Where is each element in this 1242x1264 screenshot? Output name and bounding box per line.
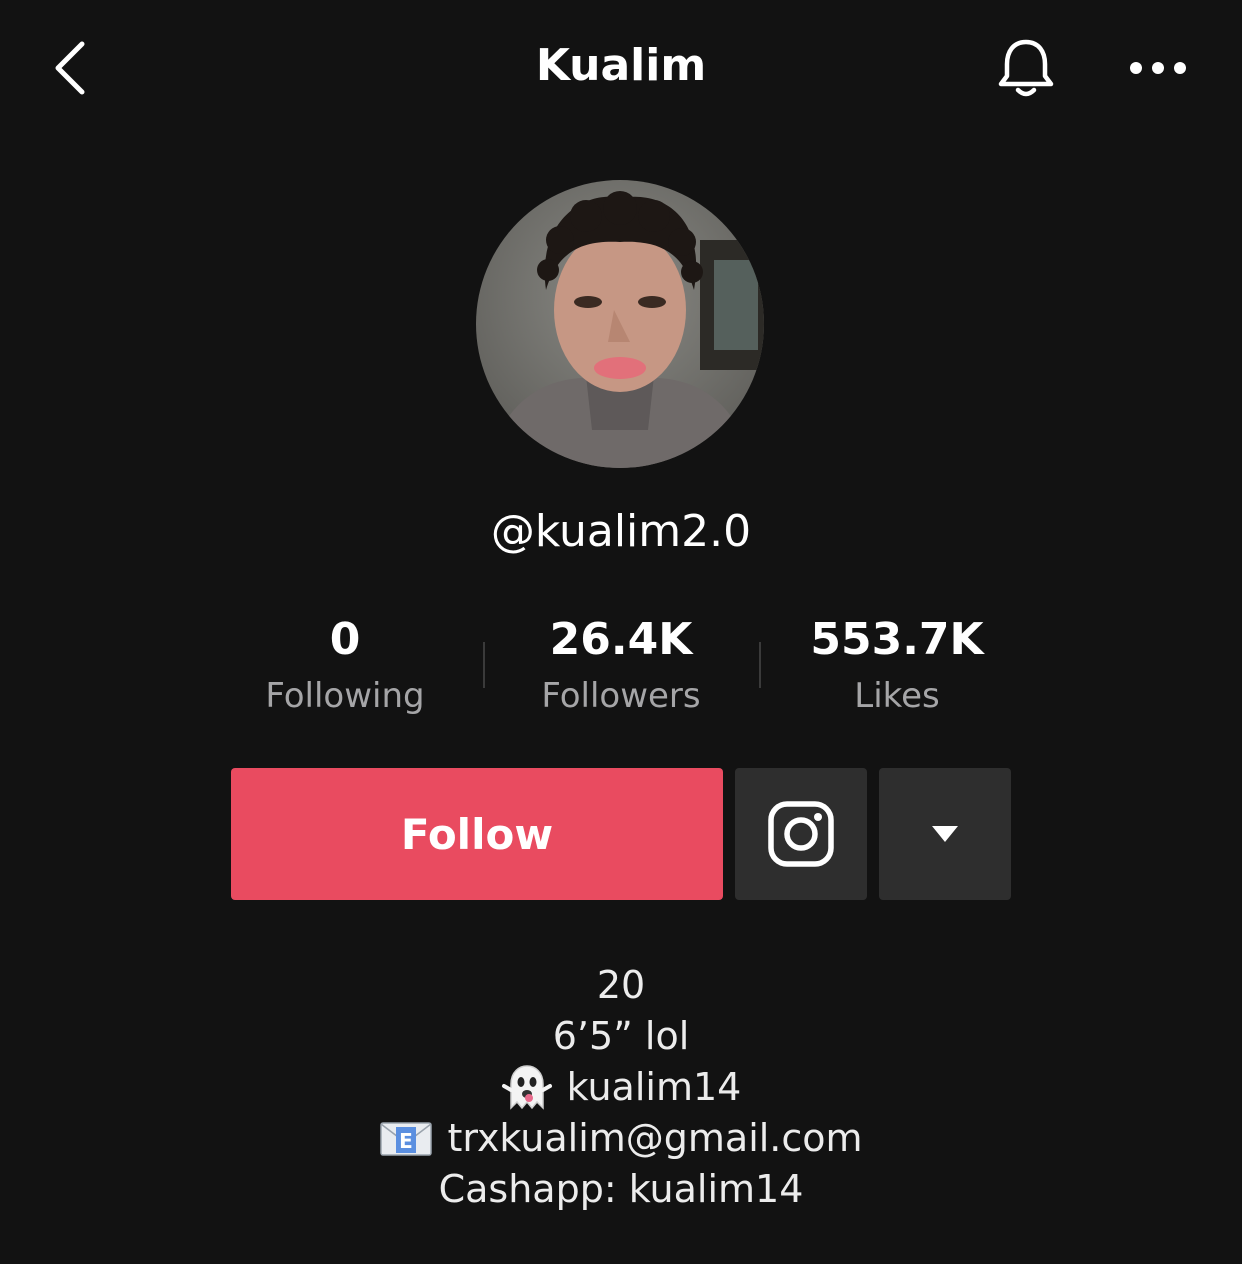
- following-label: Following: [265, 676, 425, 716]
- stat-following[interactable]: 0 Following: [207, 610, 483, 720]
- snapchat-handle: kualim14: [566, 1065, 742, 1109]
- top-bar: Kualim: [0, 0, 1242, 132]
- profile-stats: 0 Following 26.4K Followers 553.7K Likes: [207, 610, 1035, 720]
- bio-line-snapchat: kualim14: [0, 1062, 1242, 1113]
- instagram-button[interactable]: [735, 768, 867, 900]
- stats-divider: [759, 642, 761, 688]
- likes-label: Likes: [854, 676, 940, 716]
- svg-text:E: E: [400, 1129, 414, 1153]
- envelope-emoji-icon: E: [379, 1119, 433, 1159]
- bio-line-cashapp: Cashapp: kualim14: [438, 1167, 804, 1211]
- profile-bio: 20 6’5” lol kualim14 E trxkualim@gmail.c…: [0, 960, 1242, 1215]
- followers-label: Followers: [541, 676, 701, 716]
- notification-bell-button[interactable]: [986, 28, 1066, 108]
- bio-line-email: E trxkualim@gmail.com: [0, 1113, 1242, 1164]
- avatar[interactable]: [476, 180, 764, 468]
- bell-icon: [998, 39, 1054, 97]
- more-dots-icon: [1130, 62, 1186, 74]
- likes-count: 553.7K: [810, 614, 984, 665]
- stat-likes[interactable]: 553.7K Likes: [759, 610, 1035, 720]
- stat-followers[interactable]: 26.4K Followers: [483, 610, 759, 720]
- email-address: trxkualim@gmail.com: [447, 1116, 863, 1160]
- followers-count: 26.4K: [549, 614, 693, 665]
- follow-button[interactable]: Follow: [231, 768, 723, 900]
- bio-line-height: 6’5” lol: [552, 1014, 690, 1058]
- more-options-button[interactable]: [1116, 28, 1200, 108]
- ghost-emoji-icon: [501, 1064, 553, 1112]
- instagram-icon: [768, 801, 834, 867]
- profile-username: @kualim2.0: [490, 506, 752, 557]
- suggested-accounts-dropdown-button[interactable]: [879, 768, 1011, 900]
- stats-divider: [483, 642, 485, 688]
- caret-down-icon: [932, 826, 958, 842]
- following-count: 0: [329, 614, 361, 665]
- bio-line-age: 20: [596, 963, 646, 1007]
